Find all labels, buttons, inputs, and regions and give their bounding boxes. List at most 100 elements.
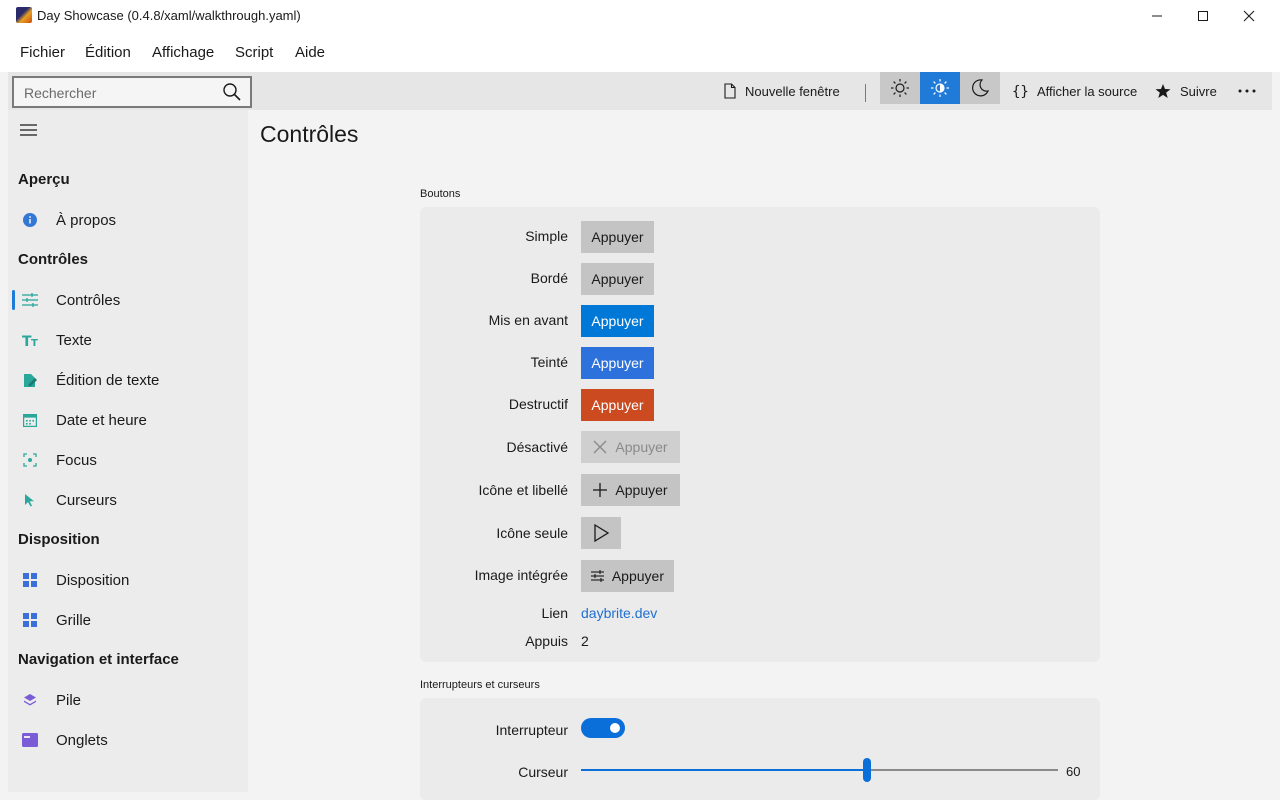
- sidebar-item-text[interactable]: TT Texte: [8, 322, 248, 358]
- close-icon: [593, 440, 607, 454]
- icon-label-button[interactable]: Appuyer: [581, 474, 680, 506]
- new-window-label: Nouvelle fenêtre: [745, 83, 840, 99]
- row-label-destructive: Destructif: [508, 396, 568, 412]
- sidebar-item-label: Édition de texte: [56, 371, 160, 389]
- simple-button[interactable]: Appuyer: [581, 221, 654, 253]
- disabled-button-label: Appuyer: [615, 439, 668, 455]
- toolbar-divider: [865, 84, 866, 102]
- edit-document-icon: [22, 372, 38, 388]
- sidebar-item-label: Texte: [56, 331, 92, 349]
- maximize-icon: [1198, 11, 1208, 21]
- theme-light-button[interactable]: [880, 72, 920, 104]
- show-source-button[interactable]: {} Afficher la source: [1012, 72, 1137, 110]
- sidebar-item-label: Onglets: [56, 731, 108, 749]
- featured-button[interactable]: Appuyer: [581, 305, 654, 337]
- title-bar: Day Showcase (0.4.8/xaml/walkthrough.yam…: [0, 0, 1280, 32]
- sidebar-item-stack[interactable]: Pile: [8, 682, 248, 718]
- sliders-icon: [22, 292, 38, 308]
- menu-edit[interactable]: Édition: [85, 44, 131, 61]
- info-icon: [22, 212, 38, 228]
- maximize-button[interactable]: [1180, 0, 1226, 32]
- follow-button[interactable]: Suivre: [1155, 72, 1217, 110]
- slider-track[interactable]: [581, 758, 1058, 782]
- close-button[interactable]: [1226, 0, 1272, 32]
- row-label-featured: Mis en avant: [488, 312, 568, 328]
- row-label-simple: Simple: [525, 228, 568, 244]
- moon-icon: [972, 79, 990, 97]
- row-label-link: Lien: [541, 605, 568, 621]
- sidebar-item-grid[interactable]: Grille: [8, 602, 248, 638]
- more-icon: [1238, 89, 1256, 93]
- menu-file[interactable]: Fichier: [20, 44, 65, 61]
- row-label-disabled: Désactivé: [506, 439, 568, 455]
- slider-thumb[interactable]: [863, 758, 871, 782]
- row-label-bordered: Bordé: [530, 270, 568, 286]
- search-icon[interactable]: [222, 82, 242, 102]
- toolbar: Rechercher Nouvelle fenêtre {} Afficher …: [8, 72, 1272, 110]
- presses-count: 2: [581, 633, 589, 649]
- text-size-icon: TT: [22, 332, 38, 348]
- menu-view[interactable]: Affichage: [152, 44, 214, 61]
- sidebar-item-label: Grille: [56, 611, 92, 629]
- focus-icon: [22, 452, 38, 468]
- sidebar-item-label: Curseurs: [56, 491, 117, 509]
- sidebar-item-label: Date et heure: [56, 411, 147, 429]
- row-label-tinted: Teinté: [530, 354, 568, 370]
- search-input[interactable]: Rechercher: [12, 76, 252, 108]
- hamburger-menu-icon[interactable]: [20, 123, 37, 137]
- row-label-slider: Curseur: [518, 764, 568, 780]
- page-title: Contrôles: [260, 121, 359, 147]
- menu-bar: Fichier Édition Affichage Script Aide: [0, 32, 1280, 72]
- sidebar-item-controls[interactable]: Contrôles: [8, 282, 248, 318]
- contrast-icon: [931, 79, 949, 97]
- icon-label-button-label: Appuyer: [615, 482, 668, 498]
- slider-value: 60: [1066, 764, 1081, 779]
- window-title: Day Showcase (0.4.8/xaml/walkthrough.yam…: [37, 8, 301, 23]
- minimize-button[interactable]: [1134, 0, 1180, 32]
- menu-script[interactable]: Script: [235, 44, 273, 61]
- cursor-icon: [22, 492, 38, 508]
- sidebar-group-overview: Aperçu: [18, 171, 70, 188]
- sidebar-item-label: Disposition: [56, 571, 130, 589]
- sidebar-item-date-time[interactable]: Date et heure: [8, 402, 248, 438]
- section-label-buttons: Boutons: [420, 188, 461, 200]
- toggle-switch[interactable]: [581, 718, 625, 738]
- star-icon: [1155, 84, 1171, 98]
- row-label-switch: Interrupteur: [495, 722, 568, 738]
- sidebar-group-controls: Contrôles: [18, 251, 89, 268]
- sidebar-item-layout[interactable]: Disposition: [8, 562, 248, 598]
- slider-fill: [581, 769, 867, 771]
- switches-card: Interrupteur Curseur 60: [420, 698, 1100, 800]
- embedded-image-button[interactable]: Appuyer: [581, 560, 674, 592]
- close-icon: [1243, 10, 1255, 22]
- sidebar-item-text-editing[interactable]: Édition de texte: [8, 362, 248, 398]
- sidebar-item-about[interactable]: À propos: [8, 202, 248, 238]
- sidebar-group-layout: Disposition: [18, 531, 100, 548]
- menu-help[interactable]: Aide: [295, 44, 325, 61]
- sun-icon: [891, 79, 909, 97]
- search-placeholder: Rechercher: [24, 85, 97, 101]
- theme-dark-button[interactable]: [960, 72, 1000, 104]
- theme-contrast-button[interactable]: [920, 72, 960, 104]
- tinted-button[interactable]: Appuyer: [581, 347, 654, 379]
- layout-icon: [22, 572, 38, 588]
- daybrite-link[interactable]: daybrite.dev: [581, 605, 657, 621]
- plus-icon: [593, 483, 608, 497]
- destructive-button[interactable]: Appuyer: [581, 389, 654, 421]
- braces-icon: {}: [1012, 84, 1028, 99]
- more-button[interactable]: [1238, 72, 1265, 110]
- new-window-button[interactable]: Nouvelle fenêtre: [724, 72, 840, 110]
- sidebar-item-focus[interactable]: Focus: [8, 442, 248, 478]
- sidebar-item-cursors[interactable]: Curseurs: [8, 482, 248, 518]
- icon-only-button[interactable]: [581, 517, 621, 549]
- sidebar-item-tabs[interactable]: Onglets: [8, 722, 248, 758]
- row-label-icon-only: Icône seule: [496, 525, 568, 541]
- calendar-icon: [22, 412, 38, 428]
- bordered-button[interactable]: Appuyer: [581, 263, 654, 295]
- document-icon: [724, 83, 736, 99]
- grid-icon: [22, 612, 38, 628]
- row-label-icon-and-label: Icône et libellé: [478, 482, 568, 498]
- buttons-card: Simple Appuyer Bordé Appuyer Mis en avan…: [420, 207, 1100, 662]
- sidebar-item-label: Pile: [56, 691, 82, 709]
- minimize-icon: [1152, 15, 1162, 17]
